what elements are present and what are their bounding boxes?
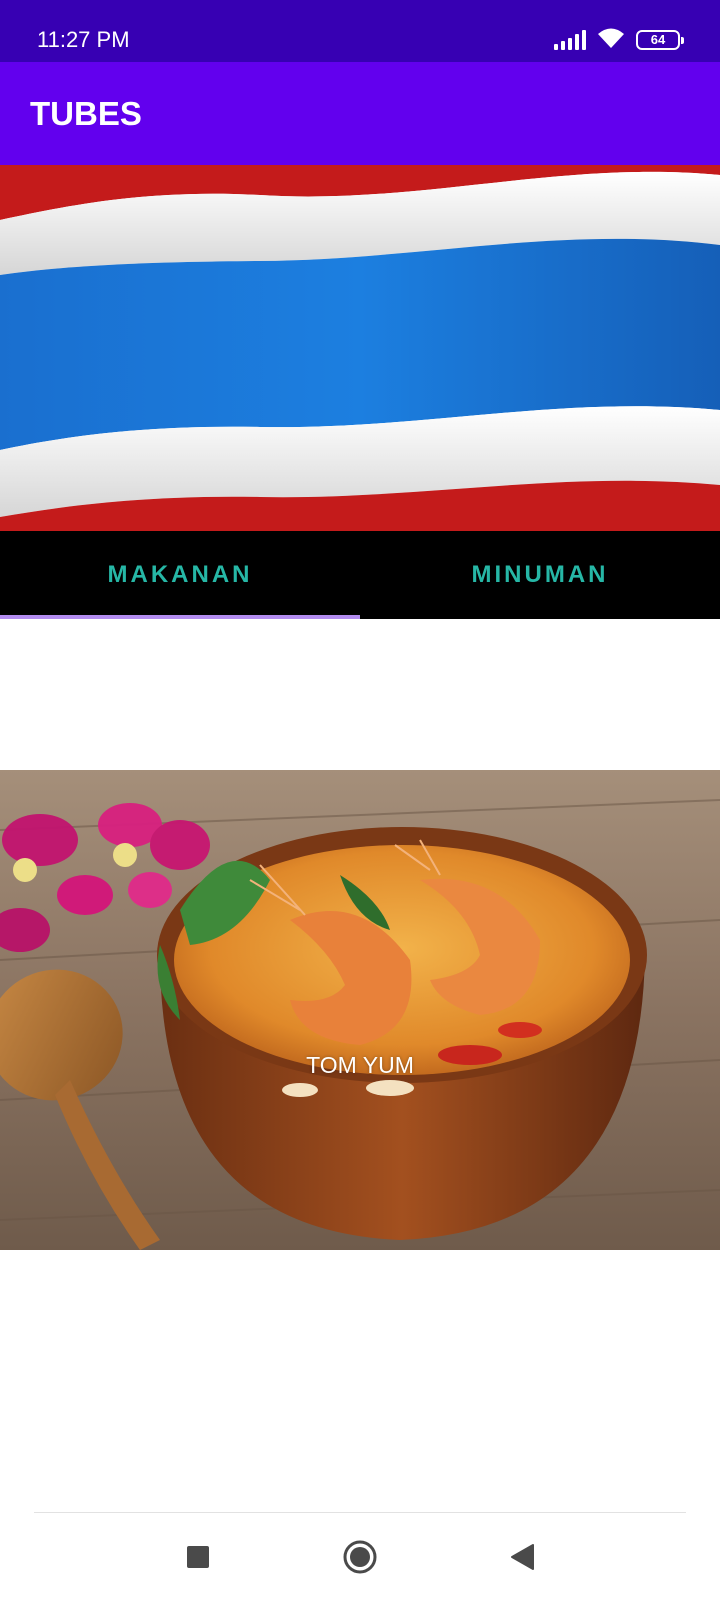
back-triangle-icon[interactable]	[500, 1535, 544, 1579]
tab-minuman[interactable]: MINUMAN	[360, 531, 720, 619]
food-item-name: TOM YUM	[306, 1052, 414, 1078]
tab-bar: MAKANAN MINUMAN	[0, 531, 720, 619]
home-circle-icon[interactable]	[338, 1535, 382, 1579]
tab-makanan[interactable]: MAKANAN	[0, 531, 360, 619]
tab-selected-indicator	[0, 615, 360, 619]
app-title: TUBES	[30, 95, 142, 132]
tab-makanan-label: MAKANAN	[107, 561, 253, 588]
navigation-bar	[0, 1513, 720, 1600]
wifi-icon	[596, 26, 626, 54]
battery-icon: 64	[636, 30, 684, 50]
status-icons: 64	[554, 26, 684, 54]
tom-yum-soup-image[interactable]	[0, 770, 720, 1250]
tab-minuman-label: MINUMAN	[471, 561, 609, 588]
app-screen: 11:27 PM 64 TUBES MAKANAN MINUMAN TOM YU…	[0, 0, 720, 1600]
signal-icon	[554, 30, 586, 50]
status-time: 11:27 PM	[37, 27, 130, 52]
app-bar: TUBES	[0, 62, 720, 165]
battery-level: 64	[650, 32, 666, 47]
recents-square-icon[interactable]	[176, 1535, 220, 1579]
status-bar: 11:27 PM 64	[0, 0, 720, 62]
thailand-flag-image	[0, 165, 720, 531]
